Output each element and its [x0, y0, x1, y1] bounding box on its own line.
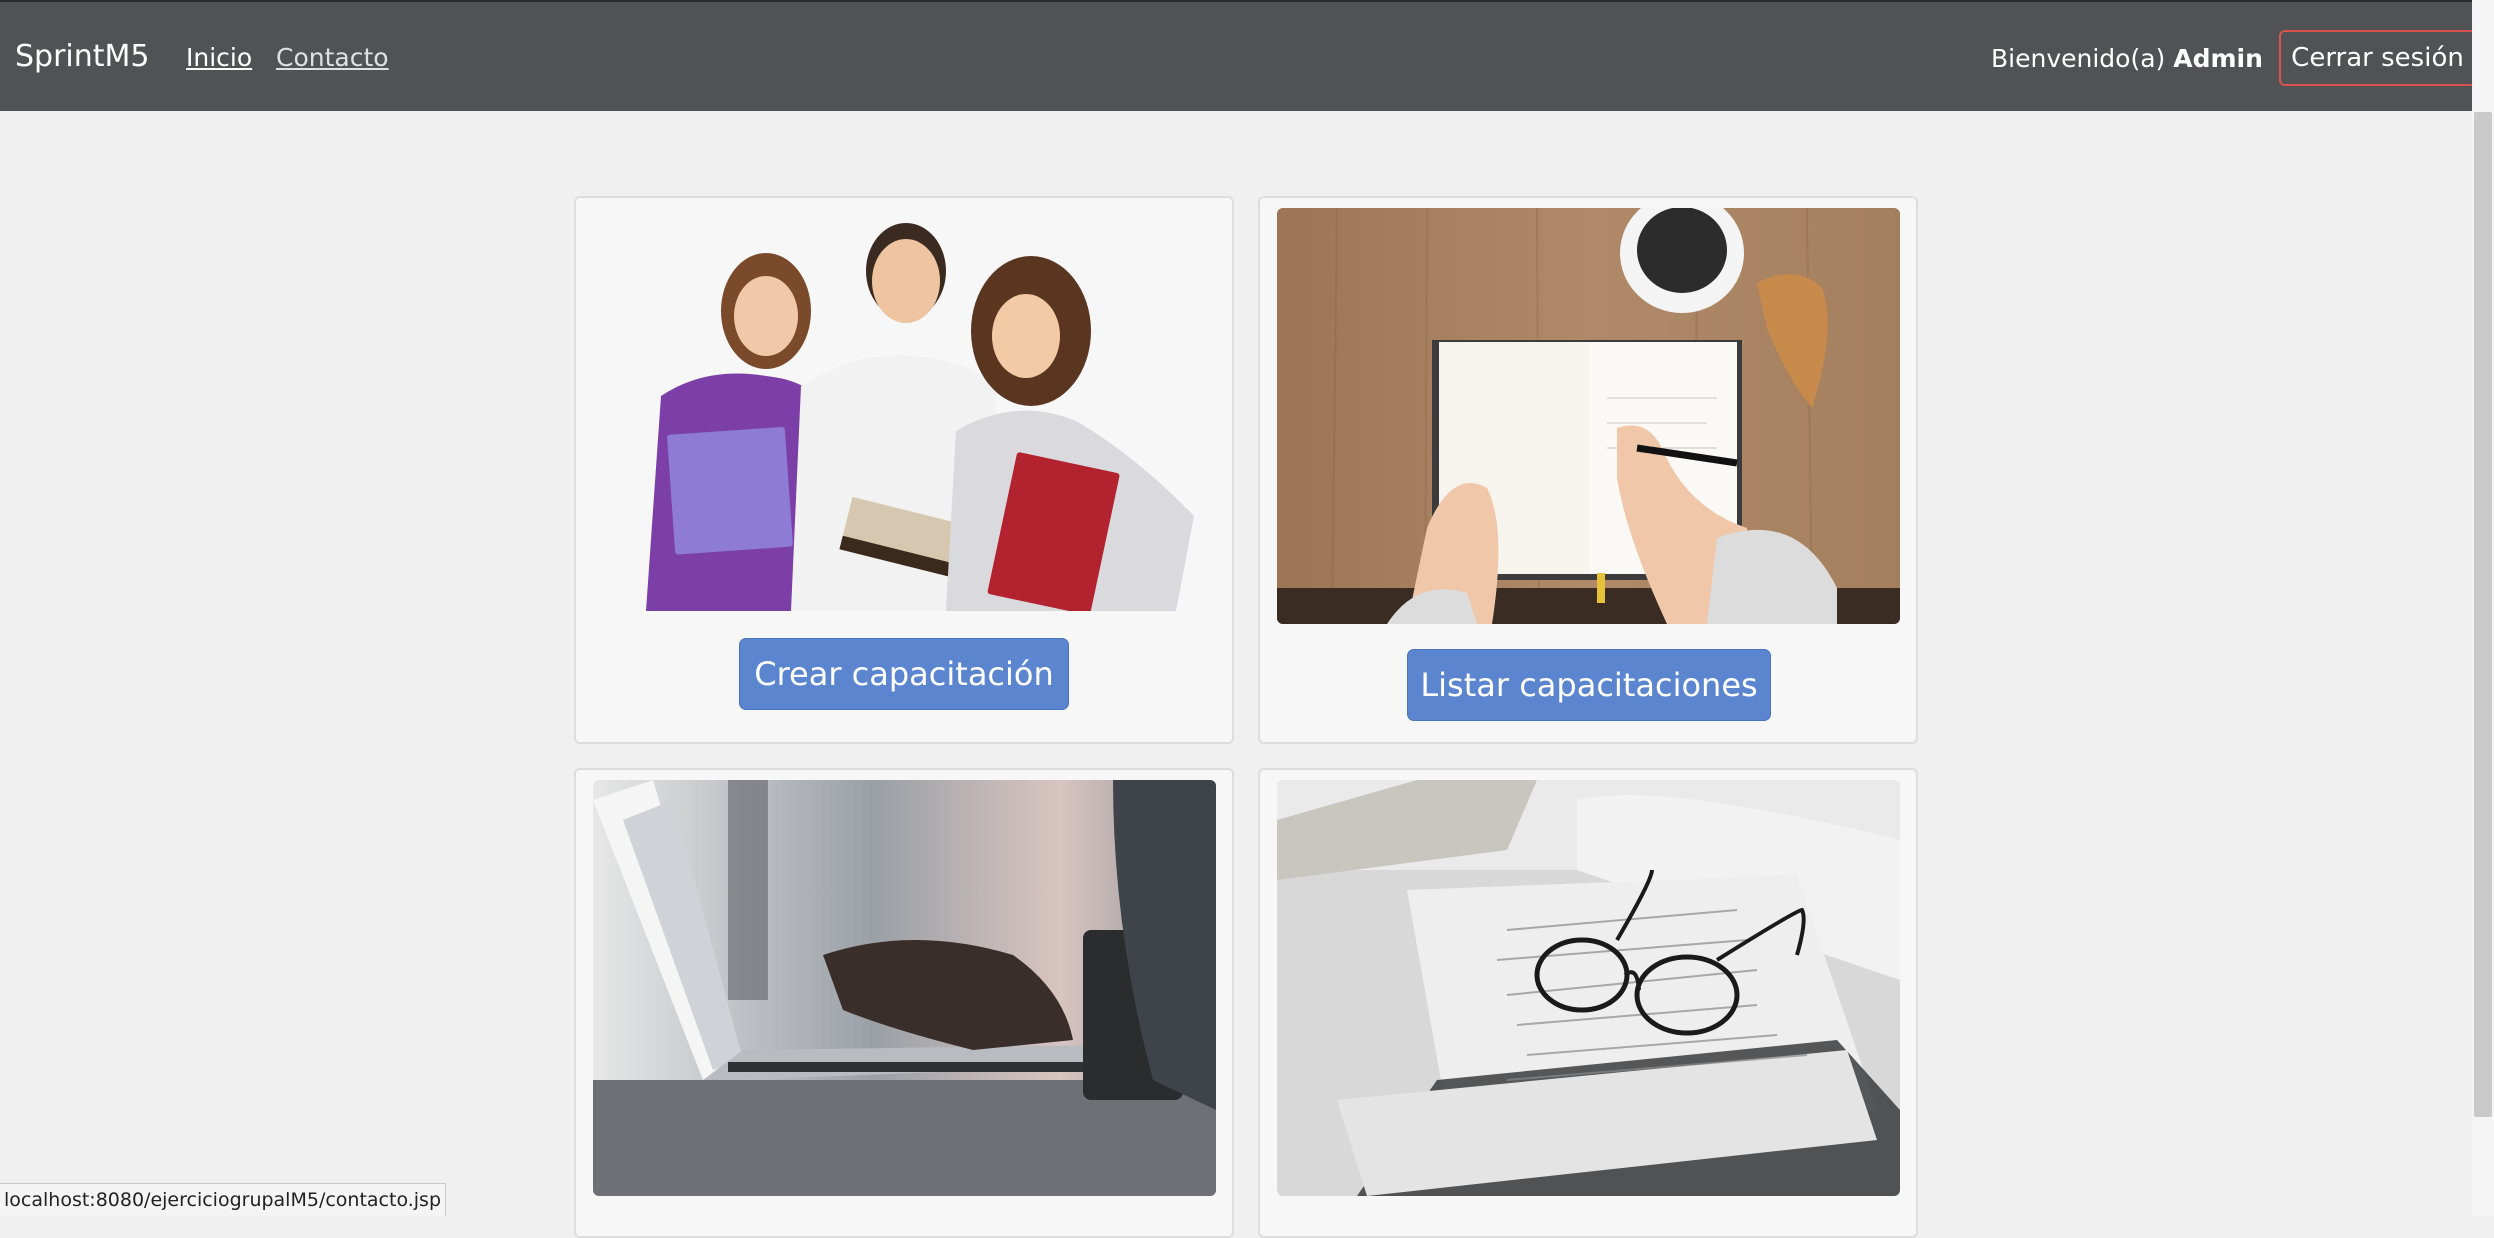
- welcome-message: Bienvenido(a) Admin: [1991, 44, 2263, 73]
- card-glasses: [1258, 768, 1918, 1238]
- scrollbar-thumb[interactable]: [2474, 112, 2492, 1117]
- user-name: Admin: [2173, 44, 2263, 73]
- notebook-writing-desk-photo: [1277, 208, 1900, 624]
- crear-capacitacion-button[interactable]: Crear capacitación: [739, 638, 1069, 710]
- laptop-typing-photo: [593, 780, 1216, 1196]
- nav-link-contacto[interactable]: Contacto: [276, 43, 389, 72]
- brand-logo[interactable]: SprintM5: [15, 39, 150, 74]
- nav-link-inicio[interactable]: Inicio: [186, 43, 252, 72]
- students-holding-books-photo: [616, 216, 1194, 611]
- glasses-on-notes-photo: [1277, 780, 1900, 1196]
- top-navbar: SprintM5 Inicio Contacto Bienvenido(a) A…: [0, 0, 2476, 111]
- listar-capacitaciones-button[interactable]: Listar capacitaciones: [1407, 649, 1771, 721]
- browser-status-bar: localhost:8080/ejerciciogrupalM5/contact…: [0, 1183, 447, 1216]
- welcome-prefix: Bienvenido(a): [1991, 44, 2174, 73]
- card-listar-capacitaciones: Listar capacitaciones: [1258, 196, 1918, 744]
- card-laptop: [574, 768, 1234, 1238]
- card-crear-capacitacion: Crear capacitación: [574, 196, 1234, 744]
- logout-button[interactable]: Cerrar sesión: [2279, 30, 2476, 86]
